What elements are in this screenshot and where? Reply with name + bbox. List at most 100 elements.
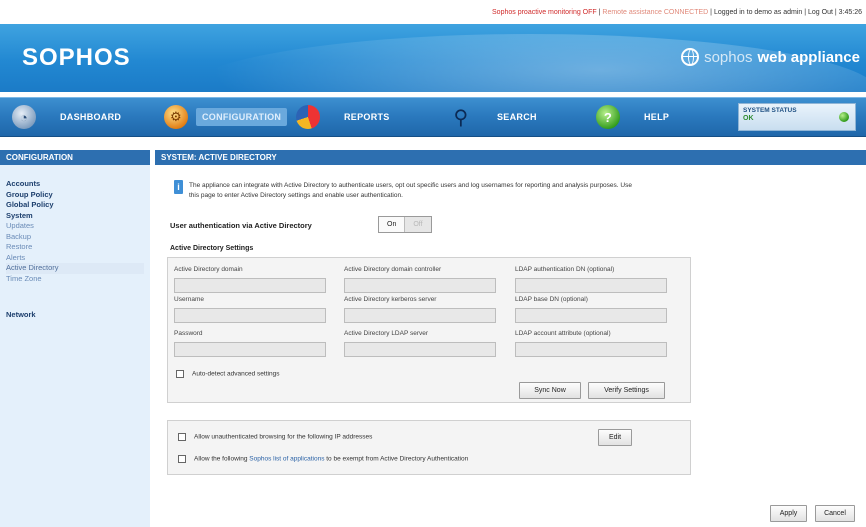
sidebar-item-updates[interactable]: Updates [6, 221, 144, 232]
product-prefix: sophos [704, 48, 753, 66]
exemptions-panel: Allow unauthenticated browsing for the f… [167, 420, 691, 475]
nav-search[interactable]: ⚲ SEARCH [449, 98, 537, 136]
sidebar-item-accounts[interactable]: Accounts [6, 179, 144, 190]
product-name: sophos web appliance [681, 48, 860, 66]
ldap-base-dn-field: LDAP base DN (optional) [515, 296, 667, 323]
ad-settings-panel: Active Directory domain Active Directory… [167, 257, 691, 403]
ad-settings-title: Active Directory Settings [170, 245, 254, 252]
sync-now-button[interactable]: Sync Now [519, 382, 581, 399]
sidebar-item-restore[interactable]: Restore [6, 242, 144, 253]
globe-icon [681, 48, 700, 66]
ldap-attr-input[interactable] [515, 342, 667, 357]
remote-assistance-status[interactable]: Remote assistance CONNECTED [602, 9, 708, 16]
nav-label: HELP [644, 112, 670, 122]
clock: 3:45:26 [838, 9, 862, 16]
monitoring-status: Sophos proactive monitoring OFF [492, 9, 597, 16]
password-input[interactable] [174, 342, 326, 357]
system-status-title: SYSTEM STATUS [743, 107, 797, 114]
allow-unauth-checkbox[interactable] [178, 433, 186, 441]
ldap-server-input[interactable] [344, 342, 496, 357]
username-input[interactable] [174, 308, 326, 323]
allow-unauth-label: Allow unauthenticated browsing for the f… [194, 433, 373, 441]
allow-unauth-row: Allow unauthenticated browsing for the f… [178, 433, 372, 441]
kerberos-input[interactable] [344, 308, 496, 323]
ldap-base-dn-input[interactable] [515, 308, 667, 323]
autodetect-row: Auto-detect advanced settings [176, 370, 279, 378]
product-title: web appliance [757, 48, 860, 66]
nav-help[interactable]: ? HELP [596, 98, 669, 136]
exempt-suffix: to be exempt from Active Directory Authe… [324, 455, 469, 463]
nav-label: REPORTS [344, 112, 390, 122]
ldap-auth-dn-label: LDAP authentication DN (optional) [515, 266, 615, 273]
sidebar-item-global-policy[interactable]: Global Policy [6, 200, 144, 211]
sidebar-item-active-directory[interactable]: Active Directory [6, 263, 144, 274]
main-content: i The appliance can integrate with Activ… [155, 165, 866, 527]
apply-button[interactable]: Apply [770, 505, 807, 522]
toggle-on-button[interactable]: On [379, 217, 405, 232]
question-icon: ? [596, 105, 620, 129]
sidebar-item-system[interactable]: System [6, 211, 144, 222]
toggle-off-button[interactable]: Off [404, 217, 431, 232]
ldap-auth-dn-field: LDAP authentication DN (optional) [515, 266, 667, 293]
sidebar-heading: CONFIGURATION [0, 150, 150, 165]
password-label: Password [174, 330, 203, 337]
header-banner: SOPHOS sophos web appliance [0, 24, 866, 92]
nav-configuration[interactable]: ⚙ CONFIGURATION [164, 98, 288, 136]
user-auth-toggle[interactable]: On Off [378, 216, 432, 233]
username-label: Username [174, 296, 204, 303]
ad-domain-label: Active Directory domain [174, 266, 243, 273]
ad-controller-input[interactable] [344, 278, 496, 293]
sophos-logo: SOPHOS [22, 44, 131, 71]
nav-label: DASHBOARD [60, 112, 122, 122]
ad-domain-field: Active Directory domain [174, 266, 326, 293]
ldap-attr-field: LDAP account attribute (optional) [515, 330, 667, 357]
sidebar-item-group-policy[interactable]: Group Policy [6, 190, 144, 201]
sidebar-item-alerts[interactable]: Alerts [6, 253, 144, 264]
info-text: The appliance can integrate with Active … [189, 181, 866, 201]
nav-reports[interactable]: REPORTS [296, 98, 390, 136]
magnifier-icon: ⚲ [453, 106, 469, 129]
edit-button[interactable]: Edit [598, 429, 632, 446]
info-line-2: this page to enter Active Directory sett… [189, 192, 403, 199]
system-status-box[interactable]: SYSTEM STATUS OK [738, 103, 856, 131]
ad-controller-field: Active Directory domain controller [344, 266, 496, 293]
password-field: Password [174, 330, 326, 357]
pie-chart-icon [296, 105, 320, 129]
ldap-auth-dn-input[interactable] [515, 278, 667, 293]
ad-controller-label: Active Directory domain controller [344, 266, 442, 273]
kerberos-label: Active Directory kerberos server [344, 296, 437, 303]
main-nav: ◔ DASHBOARD ⚙ CONFIGURATION REPORTS ⚲ SE… [0, 97, 866, 137]
ldap-server-label: Active Directory LDAP server [344, 330, 429, 337]
verify-settings-button[interactable]: Verify Settings [588, 382, 665, 399]
sidebar-links: Accounts Group Policy Global Policy Syst… [0, 165, 150, 321]
nav-label: CONFIGURATION [196, 108, 288, 126]
gears-icon: ⚙ [164, 105, 188, 129]
kerberos-field: Active Directory kerberos server [344, 296, 496, 323]
ldap-server-field: Active Directory LDAP server [344, 330, 496, 357]
sidebar-item-network[interactable]: Network [6, 310, 144, 321]
login-info: Logged in to demo as admin [713, 9, 803, 16]
ldap-base-dn-label: LDAP base DN (optional) [515, 296, 588, 303]
page-title: SYSTEM: ACTIVE DIRECTORY [155, 150, 866, 165]
autodetect-label: Auto-detect advanced settings [192, 370, 280, 378]
cancel-button[interactable]: Cancel [815, 505, 855, 522]
nav-dashboard[interactable]: ◔ DASHBOARD [12, 98, 121, 136]
ad-domain-input[interactable] [174, 278, 326, 293]
info-line-1: The appliance can integrate with Active … [189, 182, 632, 189]
exempt-apps-checkbox[interactable] [178, 455, 186, 463]
username-field: Username [174, 296, 326, 323]
top-status-bar: Sophos proactive monitoring OFF | Remote… [0, 0, 866, 24]
sidebar-item-backup[interactable]: Backup [6, 232, 144, 243]
exempt-apps-row: Allow the following Sophos list of appli… [178, 455, 468, 463]
sidebar-item-time-zone[interactable]: Time Zone [6, 274, 144, 285]
ldap-attr-label: LDAP account attribute (optional) [515, 330, 611, 337]
logout-link[interactable]: Log Out [808, 9, 833, 16]
sophos-apps-link[interactable]: Sophos list of applications [249, 456, 324, 463]
exempt-prefix: Allow the following [194, 455, 250, 463]
info-icon: i [174, 180, 183, 194]
autodetect-checkbox[interactable] [176, 370, 184, 378]
dashboard-gauge-icon: ◔ [12, 105, 36, 129]
sidebar: CONFIGURATION Accounts Group Policy Glob… [0, 150, 150, 527]
user-auth-label: User authentication via Active Directory [170, 221, 312, 230]
